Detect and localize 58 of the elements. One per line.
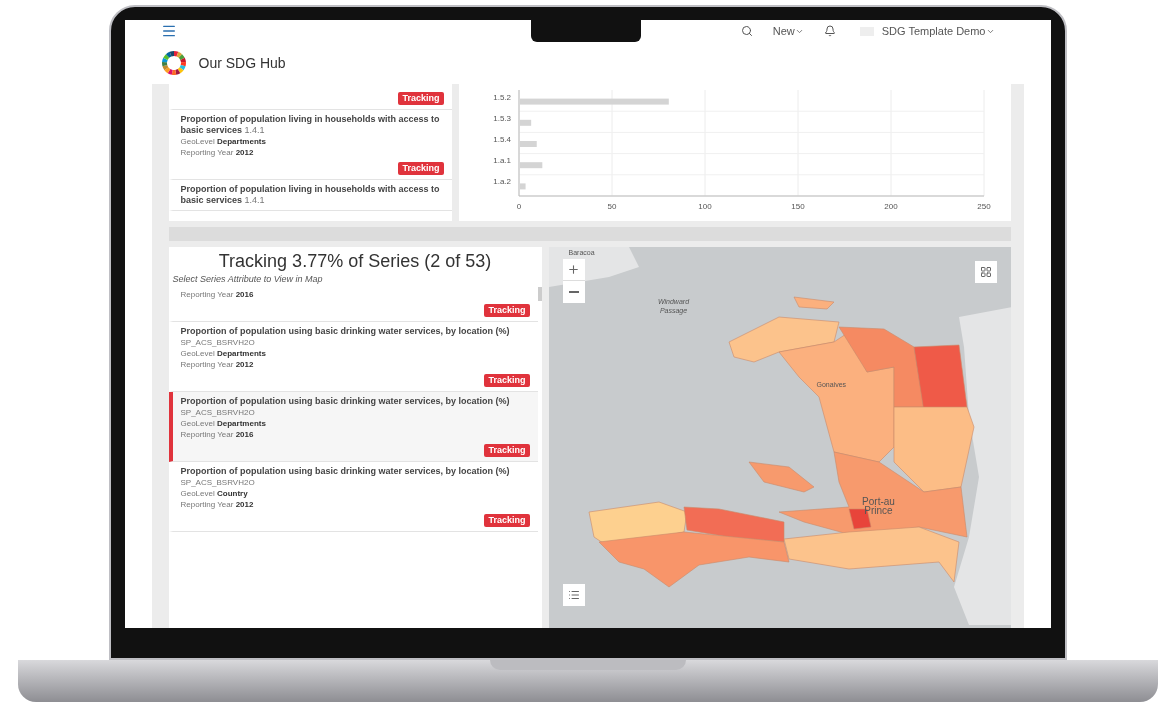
series-code: SP_ACS_BSRVH2O: [180, 407, 256, 418]
bar: [519, 141, 537, 147]
x-tick-label: 0: [516, 202, 522, 211]
ring-logo-icon: [160, 50, 187, 76]
tracking-heading: Tracking 3.77% of Series (2 of 53): [217, 250, 493, 273]
layer-list-button[interactable]: [562, 584, 585, 606]
scrollbar-thumb[interactable]: [537, 287, 542, 301]
y-tick-label: 1.5.3: [492, 113, 512, 123]
x-tick-label: 200: [883, 202, 898, 211]
series-card[interactable]: Proportion of population using basic drinking water services, by location (%) SP_ACS_BSRVH2O GeoLevel Departments Reporting Year 2016 Tracking: [168, 392, 538, 462]
place-label: Port-au Prince: [861, 497, 896, 515]
bell-icon[interactable]: [823, 25, 836, 37]
app-title: Our SDG Hub: [198, 53, 286, 73]
bar: [519, 162, 542, 169]
x-tick-label: 50: [607, 202, 617, 211]
basemap-gallery-button[interactable]: [974, 261, 997, 283]
series-title: Proportion of population using basic drinking water services, by location (%): [180, 326, 511, 337]
reporting-year-text: Reporting Year 2012: [180, 499, 255, 510]
y-tick-label: 1.a.2: [492, 177, 512, 187]
geolevel-text: GeoLevel Departments: [180, 136, 267, 147]
series-code: SP_ACS_BSRVH2O: [180, 477, 256, 488]
search-icon[interactable]: [740, 25, 753, 37]
bar: [519, 98, 669, 105]
series-title: Proportion of population using basic drinking water services, by location (%): [180, 396, 511, 407]
menu-icon[interactable]: [160, 23, 177, 39]
new-button[interactable]: New: [772, 22, 804, 40]
tracking-badge: Tracking: [484, 374, 530, 387]
series-code: SP_ACS_BSRVH2O: [180, 337, 256, 348]
panel-subtitle: Select Series Attribute to View in Map: [171, 273, 324, 285]
series-title: Proportion of population living in households with access to basic services 1.4.1: [180, 184, 441, 206]
plus-icon: [567, 263, 580, 276]
reporting-year-text: Reporting Year 2012: [180, 147, 255, 158]
y-tick-label: 1.a.1: [492, 156, 512, 166]
tracking-badge: Tracking: [398, 162, 444, 175]
y-tick-label: 1.5.2: [492, 92, 512, 102]
series-title: Proportion of population living in households with access to basic services 1.4.1: [180, 114, 441, 136]
geolevel-text: GeoLevel Departments: [180, 418, 267, 429]
list-icon: [567, 589, 580, 601]
tracking-badge: Tracking: [398, 92, 444, 105]
x-tick-label: 150: [790, 202, 805, 211]
grid-icon: [979, 266, 992, 278]
tracking-badge: Tracking: [484, 444, 530, 457]
y-tick-label: 1.5.4: [492, 135, 512, 144]
tracking-badge: Tracking: [484, 514, 530, 527]
geolevel-text: GeoLevel Country: [180, 488, 249, 499]
bar: [519, 119, 531, 126]
reporting-year-text: Reporting Year 2012: [180, 359, 255, 370]
x-tick-label: 250: [976, 202, 991, 211]
x-tick-label: 100: [697, 202, 712, 211]
reporting-year-text: Reporting Year 2016: [180, 289, 255, 300]
geolevel-text: GeoLevel Departments: [180, 348, 267, 359]
tracking-badge: Tracking: [484, 304, 530, 317]
reporting-year-text: Reporting Year 2016: [180, 429, 255, 440]
series-title: Proportion of population using basic drinking water services, by location (%): [180, 466, 511, 477]
user-menu[interactable]: SDG Template Demo: [881, 22, 995, 40]
bar: [519, 183, 526, 190]
bar-chart: 0 50 100 150 200 250 1.5.2 1.5.3 1.5.4 1.a.1 1.a.2: [463, 84, 1009, 216]
minus-icon: [568, 291, 579, 293]
